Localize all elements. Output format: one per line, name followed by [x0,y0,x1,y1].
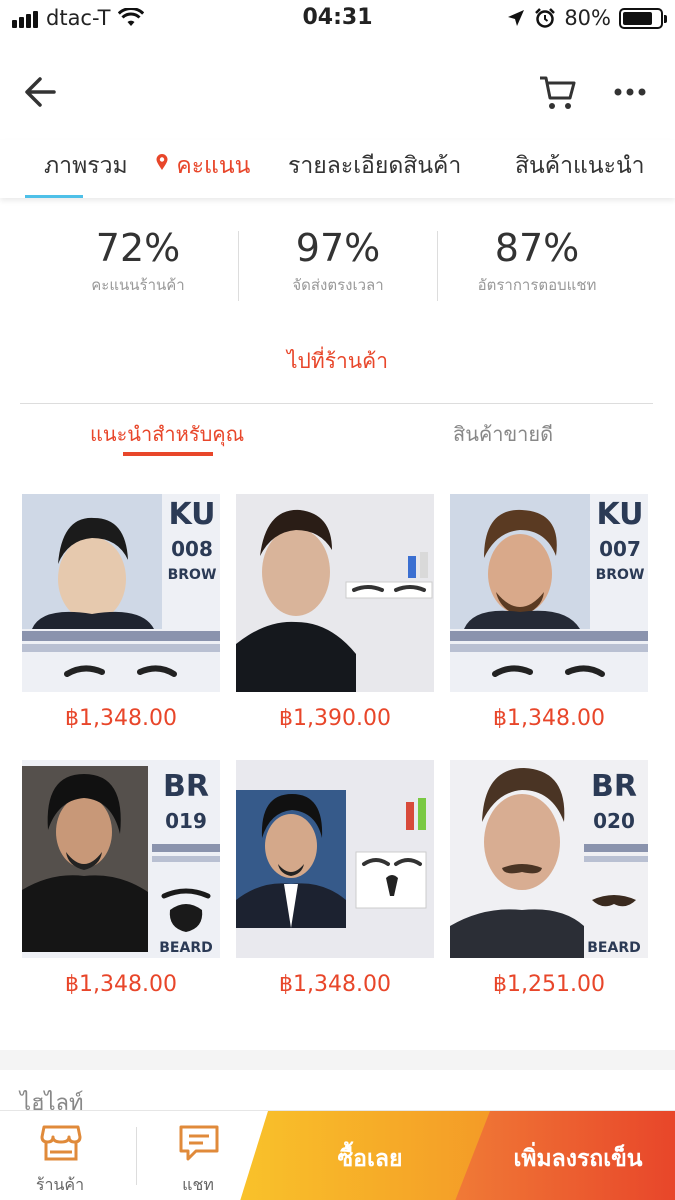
product-price: ฿1,390.00 [279,706,391,731]
product-image[interactable] [236,494,434,692]
product-image[interactable]: BR 019 BEARD [22,760,220,958]
product-price: ฿1,251.00 [493,972,605,997]
section-separator [0,1050,675,1070]
badge-type: BEARD [587,940,640,956]
tab-recommended[interactable]: สินค้าแนะนำ [515,148,645,184]
shop-stats: 72% คะแนนร้านค้า 97% จัดส่งตรงเวลา 87% อ… [0,225,675,305]
stat-chat-response: 87% อัตราการตอบแชท [437,225,637,297]
tab-rating-label: คะแนน [176,153,251,179]
shop-button[interactable]: ร้านค้า [0,1111,120,1200]
product-price: ฿1,348.00 [65,706,177,731]
badge-number: 019 [165,809,207,833]
badge-number: 007 [599,537,641,561]
carrier-label: dtac-T [46,6,111,30]
product-price: ฿1,348.00 [493,706,605,731]
chat-icon [179,1125,219,1161]
cart-icon[interactable] [536,70,580,114]
buy-now-button[interactable]: ซื้อเลย [240,1111,490,1200]
status-left: dtac-T [12,6,145,30]
section-tabs: ภาพรวม คะแนน รายละเอียดสินค้า สินค้าแนะน… [0,140,675,198]
product-price: ฿1,348.00 [65,972,177,997]
tab-product-details[interactable]: รายละเอียดสินค้า [288,148,461,184]
tab-recommended-for-you[interactable]: แนะนำสำหรับคุณ [90,418,244,450]
bottom-action-bar: ร้านค้า แชท ซื้อเลย เพิ่มลงรถเข็น [0,1110,675,1200]
go-to-shop-link[interactable]: ไปที่ร้านค้า [0,345,675,378]
product-image[interactable]: BR 020 BEARD [450,760,648,958]
product-card[interactable]: BR 020 BEARD ฿1,251.00 [450,760,648,997]
badge-code: KU [168,497,215,532]
stat-shop-rating: 72% คะแนนร้านค้า [38,225,238,297]
stat-on-time-delivery: 97% จัดส่งตรงเวลา [238,225,438,297]
divider [20,403,653,404]
battery-icon [619,7,667,29]
add-to-cart-button[interactable]: เพิ่มลงรถเข็น [455,1111,675,1200]
store-icon [40,1125,82,1161]
bottom-divider [136,1127,137,1185]
badge-number: 008 [171,537,213,561]
add-to-cart-label: เพิ่มลงรถเข็น [513,1146,643,1172]
product-price: ฿1,348.00 [279,972,391,997]
stat-label: อัตราการตอบแชท [477,276,597,294]
badge-type: BEARD [159,940,212,956]
product-card[interactable]: KU 008 BROW ฿1,348.00 [22,494,220,731]
alarm-icon [535,8,556,28]
status-right: 80% [506,6,667,30]
location-arrow-icon [508,10,525,26]
tab-best-sellers[interactable]: สินค้าขายดี [453,418,553,450]
active-tab-indicator [25,195,83,198]
badge-code: BR [591,769,637,804]
status-bar: dtac-T 04:31 80% [0,0,675,40]
battery-percent: 80% [564,6,611,30]
product-image[interactable] [236,760,434,958]
wifi-icon [118,8,145,26]
product-card[interactable]: ฿1,390.00 [236,494,434,731]
location-pin-icon [156,154,168,170]
badge-code: BR [163,769,209,804]
more-dots-icon[interactable] [608,70,652,114]
back-arrow-icon[interactable] [20,70,64,114]
stat-value: 72% [95,226,181,270]
badge-number: 020 [593,809,635,833]
tab-rating[interactable]: คะแนน [155,148,250,184]
product-image[interactable]: KU 008 BROW [22,494,220,692]
buy-now-label: ซื้อเลย [337,1146,403,1172]
tab-overview[interactable]: ภาพรวม [44,148,128,184]
badge-code: KU [596,497,643,532]
chat-label: แชท [182,1175,214,1194]
subtab-indicator [123,452,213,456]
nav-bar [0,40,675,140]
badge-type: BROW [168,567,217,583]
badge-type: BROW [596,567,645,583]
stat-value: 87% [494,226,580,270]
stat-value: 97% [295,226,381,270]
stat-label: จัดส่งตรงเวลา [292,276,384,294]
product-card[interactable]: KU 007 BROW ฿1,348.00 [450,494,648,731]
chat-button[interactable]: แชท [138,1111,258,1200]
signal-icon [12,8,38,28]
shop-label: ร้านค้า [35,1175,85,1194]
stat-label: คะแนนร้านค้า [91,276,185,294]
product-card[interactable]: ฿1,348.00 [236,760,434,997]
product-image[interactable]: KU 007 BROW [450,494,648,692]
product-card[interactable]: BR 019 BEARD ฿1,348.00 [22,760,220,997]
